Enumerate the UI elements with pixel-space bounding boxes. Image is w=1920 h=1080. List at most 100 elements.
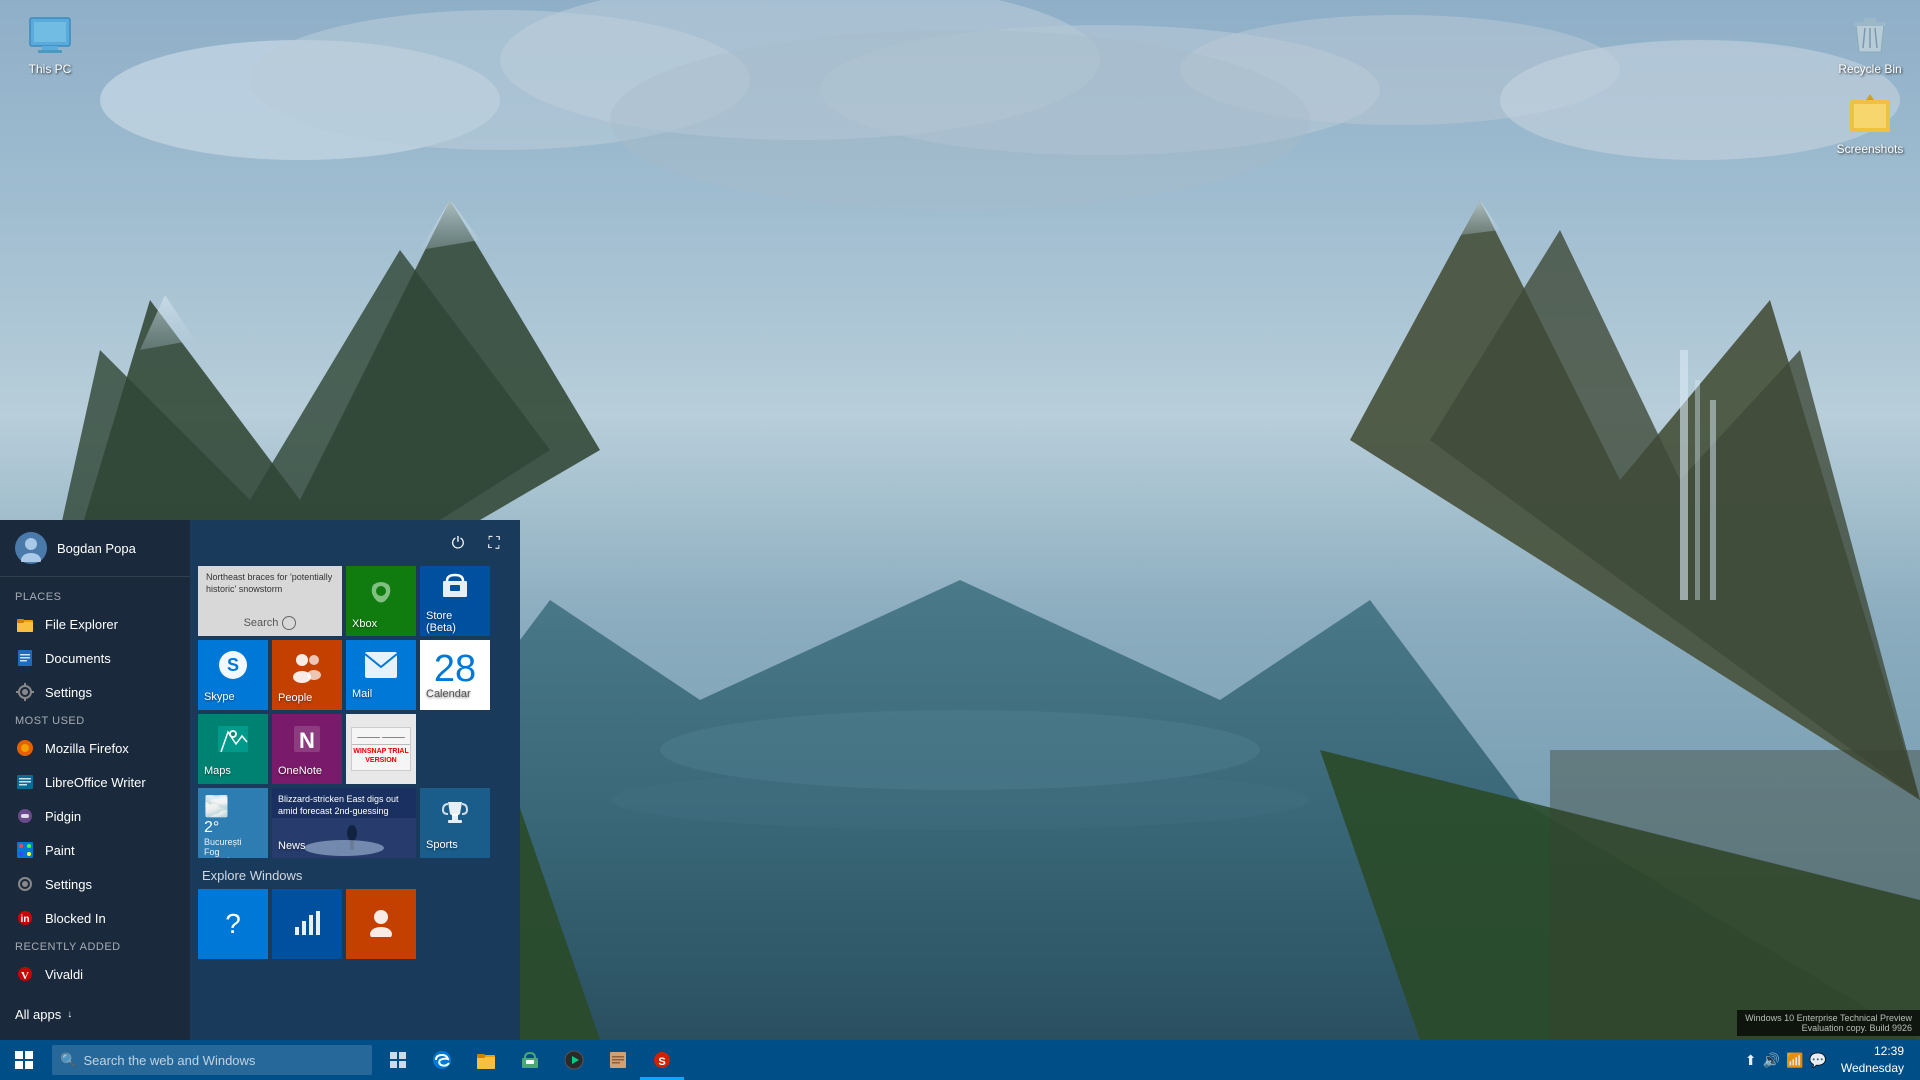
mail-label: Mail <box>352 688 372 700</box>
weather-city: București <box>204 837 242 847</box>
tile-onenote[interactable]: N OneNote <box>272 714 342 784</box>
nav-file-explorer[interactable]: File Explorer <box>0 607 190 641</box>
start-button[interactable] <box>0 1040 48 1080</box>
explore2-icon <box>292 907 322 942</box>
nav-paint[interactable]: Paint <box>0 833 190 867</box>
taskbar-store[interactable] <box>508 1040 552 1080</box>
nav-settings2-label: Settings <box>45 877 92 892</box>
clock-date: Wednesday <box>1841 1060 1904 1077</box>
tray-network-icon[interactable]: ⬆ <box>1745 1052 1757 1069</box>
tile-screenshot[interactable]: ──── ──── WINSNAP TRIAL VERSION <box>346 714 416 784</box>
user-area[interactable]: Bogdan Popa <box>0 520 190 577</box>
search-bar[interactable]: 🔍 Search the web and Windows <box>52 1045 372 1075</box>
nav-libreoffice[interactable]: LibreOffice Writer <box>0 765 190 799</box>
taskview-button[interactable] <box>376 1040 420 1080</box>
edge-icon <box>432 1050 452 1070</box>
tile-maps[interactable]: Maps <box>198 714 268 784</box>
tile-explore2[interactable] <box>272 889 342 959</box>
all-apps-arrow: ↓ <box>67 1009 72 1020</box>
tray-wifi-icon[interactable]: 📶 <box>1786 1052 1803 1069</box>
tile-store[interactable]: Store (Beta) <box>420 566 490 636</box>
nav-settings2[interactable]: Settings <box>0 867 190 901</box>
maps-icon <box>216 722 250 761</box>
nav-pidgin[interactable]: Pidgin <box>0 799 190 833</box>
vivaldi-icon: V <box>15 964 35 984</box>
desktop: This PC Recycle Bin Screenshots <box>0 0 1920 1080</box>
desktop-icon-thispc[interactable]: This PC <box>10 10 90 76</box>
tile-row-3: Maps N OneNote ──── ─ <box>198 714 512 784</box>
nav-paint-label: Paint <box>45 843 75 858</box>
nav-settings[interactable]: Settings <box>0 675 190 709</box>
thispc-icon <box>26 10 74 58</box>
weather-icon: 🌫️ <box>204 794 229 819</box>
system-tray: ⬆ 🔊 📶 💬 12:39 Wednesday Windows 10 Enter… <box>1745 1043 1920 1077</box>
explore1-icon: ? <box>225 908 241 940</box>
nav-pidgin-label: Pidgin <box>45 809 81 824</box>
tile-people[interactable]: People <box>272 640 342 710</box>
documents-icon <box>15 648 35 668</box>
pidgin-icon <box>15 806 35 826</box>
screenshot-preview: ──── ──── WINSNAP TRIAL VERSION <box>351 727 411 771</box>
tile-explore1[interactable]: ? <box>198 889 268 959</box>
start-menu-left: Bogdan Popa Places File Explorer <box>0 520 190 1040</box>
weather-temp: 2° <box>204 819 242 837</box>
news-text: Blizzard-stricken East digs out amid for… <box>278 794 410 817</box>
user-name: Bogdan Popa <box>57 541 136 556</box>
tray-volume-icon[interactable]: 🔊 <box>1763 1052 1780 1069</box>
svg-text:S: S <box>658 1056 665 1068</box>
taskbar-winamp[interactable] <box>552 1040 596 1080</box>
store-taskbar-icon <box>520 1050 540 1070</box>
svg-text:in: in <box>21 914 30 925</box>
tile-mail[interactable]: Mail <box>346 640 416 710</box>
explore3-icon <box>366 907 396 942</box>
taskbar-app6[interactable]: S <box>640 1040 684 1080</box>
notification-sub: Evaluation copy. Build 9926 <box>1745 1023 1912 1033</box>
power-button[interactable]: ⏻ <box>442 528 474 560</box>
desktop-icon-screenshots[interactable]: Screenshots <box>1830 90 1910 156</box>
tile-xbox[interactable]: Xbox <box>346 566 416 636</box>
svg-text:V: V <box>21 970 29 982</box>
expand-button[interactable]: ⛶ <box>478 528 510 560</box>
taskbar: 🔍 Search the web and Windows <box>0 1040 1920 1080</box>
tile-search[interactable]: Northeast braces for 'potentially histor… <box>198 566 342 636</box>
notification-text: Windows 10 Enterprise Technical Preview <box>1745 1013 1912 1023</box>
tile-calendar[interactable]: 28 Calendar <box>420 640 490 710</box>
tile-explore3[interactable] <box>346 889 416 959</box>
tile-row-4: 🌫️ 2° București Fog Weather <box>198 788 512 858</box>
settings2-icon <box>15 874 35 894</box>
nav-firefox[interactable]: Mozilla Firefox <box>0 731 190 765</box>
tile-sports[interactable]: Sports <box>420 788 490 858</box>
news-label: News <box>278 840 306 852</box>
paint-icon <box>15 840 35 860</box>
app6-icon: S <box>652 1050 672 1070</box>
places-section-label: Places <box>0 585 190 607</box>
explorer-icon <box>476 1050 496 1070</box>
nav-file-explorer-label: File Explorer <box>45 617 118 632</box>
taskbar-app5[interactable] <box>596 1040 640 1080</box>
tile-row-2: S Skype People <box>198 640 512 710</box>
svg-text:S: S <box>227 655 239 675</box>
tile-weather[interactable]: 🌫️ 2° București Fog Weather <box>198 788 268 858</box>
screenshots-label: Screenshots <box>1837 142 1904 156</box>
taskbar-explorer[interactable] <box>464 1040 508 1080</box>
tile-news[interactable]: Blizzard-stricken East digs out amid for… <box>272 788 416 858</box>
clock[interactable]: 12:39 Wednesday <box>1833 1043 1912 1077</box>
nav-blockedin[interactable]: in Blocked In <box>0 901 190 935</box>
winamp-icon <box>564 1050 584 1070</box>
nav-vivaldi-label: Vivaldi <box>45 967 83 982</box>
all-apps-label: All apps <box>15 1007 61 1022</box>
weather-condition: Fog <box>204 847 242 857</box>
tile-skype[interactable]: S Skype <box>198 640 268 710</box>
tray-action-center[interactable]: 💬 <box>1809 1052 1826 1069</box>
nav-vivaldi[interactable]: V Vivaldi <box>0 957 190 991</box>
nav-documents-label: Documents <box>45 651 111 666</box>
nav-documents[interactable]: Documents <box>0 641 190 675</box>
people-label: People <box>278 692 312 704</box>
screenshots-icon <box>1846 90 1894 138</box>
tile-row-explore: ? <box>198 889 512 959</box>
taskbar-edge[interactable] <box>420 1040 464 1080</box>
desktop-icon-recyclebin[interactable]: Recycle Bin <box>1830 10 1910 76</box>
maps-label: Maps <box>204 765 231 777</box>
all-apps-button[interactable]: All apps ↓ <box>0 999 190 1030</box>
nav-settings-label: Settings <box>45 685 92 700</box>
